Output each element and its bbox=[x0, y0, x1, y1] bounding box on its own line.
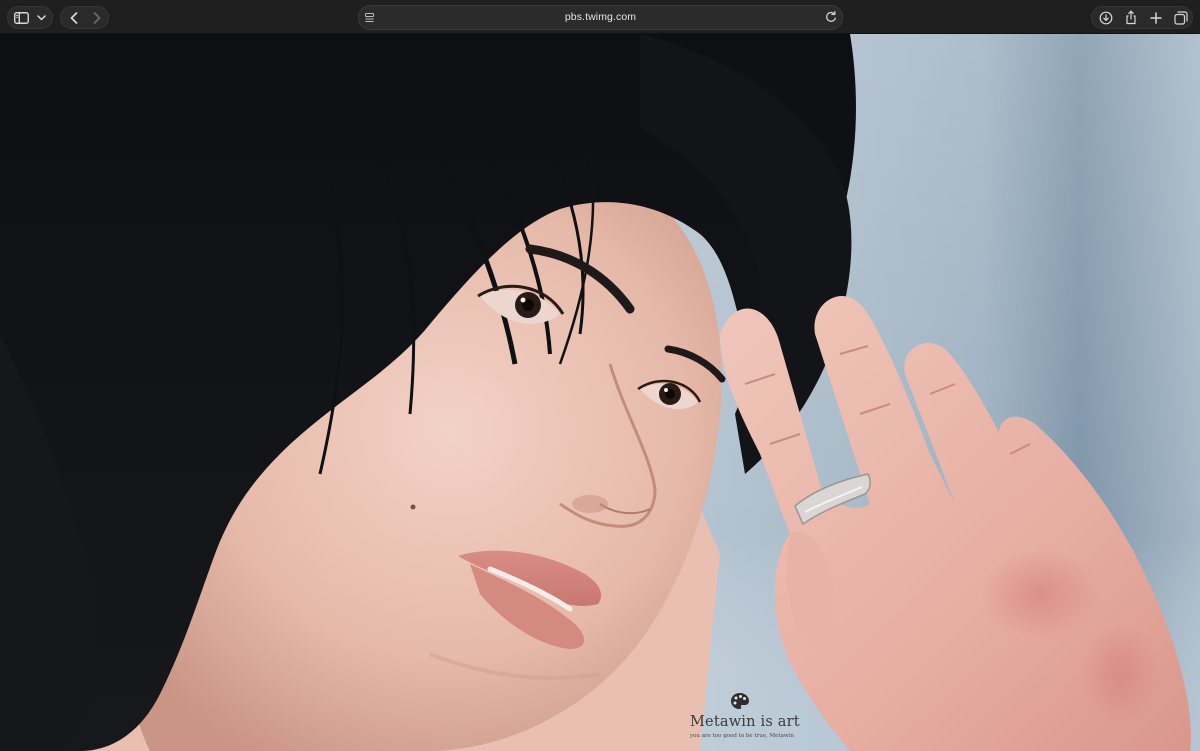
sidebar-control-group bbox=[7, 6, 53, 29]
url-text[interactable]: pbs.twimg.com bbox=[359, 6, 842, 29]
image-viewport[interactable]: Metawin is art you are too good to be tr… bbox=[0, 34, 1200, 751]
watermark-tagline-text: you are too good to be true, Metawin bbox=[690, 733, 794, 739]
back-button[interactable] bbox=[63, 7, 85, 28]
sidebar-toggle-button[interactable] bbox=[10, 7, 32, 28]
tab-overview-button[interactable] bbox=[1169, 7, 1192, 28]
download-icon bbox=[1099, 11, 1113, 25]
tab-overview-icon bbox=[1173, 10, 1188, 25]
chevron-down-icon bbox=[37, 14, 46, 21]
forward-icon bbox=[93, 11, 101, 24]
new-tab-icon bbox=[1149, 11, 1162, 24]
sidebar-icon bbox=[13, 11, 29, 24]
page-tools-group bbox=[1091, 6, 1193, 29]
share-button[interactable] bbox=[1119, 7, 1142, 28]
address-bar[interactable]: pbs.twimg.com bbox=[358, 5, 843, 30]
reload-icon[interactable] bbox=[824, 10, 838, 24]
browser-toolbar: pbs.twimg.com bbox=[0, 0, 1200, 34]
photo-watermark: Metawin is art you are too good to be tr… bbox=[690, 690, 800, 742]
palette-icon bbox=[731, 693, 749, 709]
watermark-brand-text: Metawin is art bbox=[690, 714, 800, 730]
portrait-photo bbox=[0, 34, 1200, 751]
forward-button[interactable] bbox=[86, 7, 108, 28]
share-icon bbox=[1125, 10, 1137, 25]
back-icon bbox=[70, 11, 78, 24]
new-tab-button[interactable] bbox=[1144, 7, 1167, 28]
downloads-button[interactable] bbox=[1094, 7, 1117, 28]
tab-group-menu-button[interactable] bbox=[33, 7, 50, 28]
navigation-control-group bbox=[60, 6, 109, 29]
